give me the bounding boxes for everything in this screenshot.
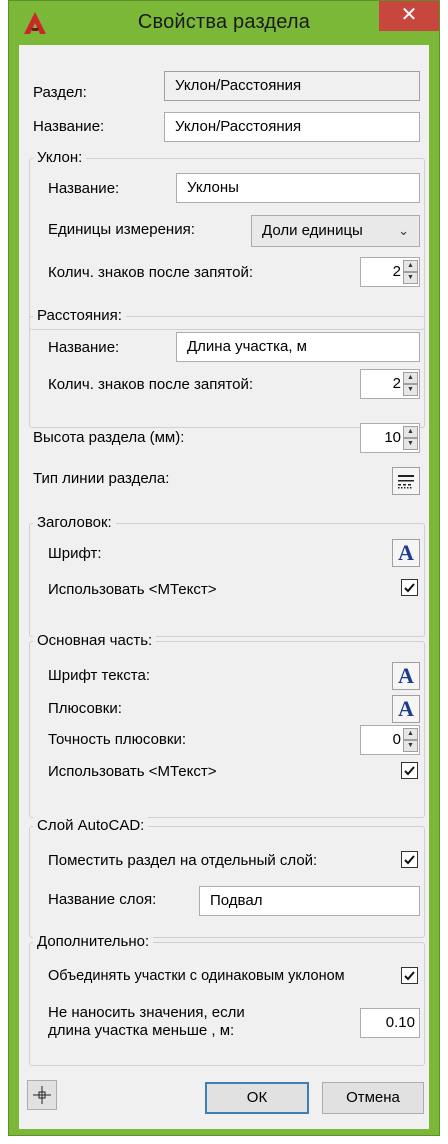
main-mtext-label: Использовать <МТекст> [48,763,217,780]
section-field: Уклон/Расстояния [164,71,420,101]
ok-button[interactable]: ОК [205,1082,309,1114]
units-select-value: Доли единицы [262,222,363,239]
header-group-title: Заголовок: [33,514,116,531]
dialog-window: Свойства раздела ✕ Раздел: Уклон/Расстоя… [8,0,440,1136]
text-font-icon[interactable]: A [392,662,420,690]
spin-down-icon[interactable]: ▼ [403,272,418,284]
checkmark-icon [404,971,415,981]
plus-precision-value: 0 [392,731,401,748]
spin-down-icon[interactable]: ▼ [403,384,418,396]
layer-name-label: Название слоя: [48,891,157,908]
distances-name-label: Название: [48,339,120,356]
main-mtext-checkbox[interactable] [401,762,418,779]
plus-label: Плюсовки: [48,700,122,717]
checkmark-icon [404,855,415,865]
checkmark-icon [404,583,415,593]
layer-group [29,826,425,938]
plus-font-icon[interactable]: A [392,695,420,723]
min-length-input[interactable]: 0.10 [360,1008,420,1038]
merge-label: Объединять участки с одинаковым уклоном [48,968,345,984]
header-mtext-checkbox[interactable] [401,579,418,596]
dialog-body: Раздел: Уклон/Расстояния Название: Уклон… [19,45,429,1129]
height-value: 10 [384,429,401,446]
linetype-label: Тип линии раздела: [33,470,170,487]
pick-button[interactable] [27,1080,57,1110]
header-font-icon[interactable]: A [392,539,420,567]
chevron-down-icon: ⌄ [398,223,409,238]
header-group [29,523,425,637]
layer-name-input[interactable]: Подвал [199,886,420,916]
height-stepper[interactable]: 10 ▲ ▼ [360,423,420,453]
units-label: Единицы измерения: [48,221,195,238]
spin-down-icon[interactable]: ▼ [403,438,418,450]
close-button[interactable]: ✕ [379,1,439,31]
slope-name-label: Название: [48,180,120,197]
plus-precision-label: Точность плюсовки: [48,731,187,748]
min-length-label-line2: длина участка меньше , м: [48,1022,235,1039]
distances-decimals-value: 2 [392,375,401,392]
section-label: Раздел: [33,84,87,101]
main-group-title: Основная часть: [33,632,157,649]
layer-group-title: Слой AutoCAD: [33,817,149,834]
height-label: Высота раздела (мм): [33,429,185,446]
name-input[interactable]: Уклон/Расстояния [164,112,420,142]
slope-name-input[interactable]: Уклоны [176,173,420,203]
spin-up-icon[interactable]: ▲ [403,728,418,740]
slope-decimals-value: 2 [392,263,401,280]
title-bar[interactable]: Свойства раздела ✕ [9,1,439,45]
linetype-button[interactable] [392,467,420,495]
distances-group-title: Расстояния: [33,307,126,324]
slope-decimals-label: Колич. знаков после запятой: [48,264,254,281]
units-select[interactable]: Доли единицы ⌄ [251,215,420,247]
plus-precision-stepper[interactable]: 0 ▲ ▼ [360,725,420,755]
header-font-label: Шрифт: [48,545,102,562]
distances-decimals-stepper[interactable]: 2 ▲ ▼ [360,369,420,399]
linetype-icon [398,475,414,489]
cancel-button[interactable]: Отмена [322,1082,424,1114]
checkmark-icon [404,766,415,776]
spin-up-icon[interactable]: ▲ [403,426,418,438]
text-font-label: Шрифт текста: [48,667,151,684]
separate-layer-label: Поместить раздел на отдельный слой: [48,852,318,869]
distances-name-input[interactable]: Длина участка, м [176,332,420,362]
window-title: Свойства раздела [137,11,311,33]
min-length-label-line1: Не наносить значения, если [48,1004,245,1021]
slope-group-title: Уклон: [33,149,87,166]
spin-up-icon[interactable]: ▲ [403,372,418,384]
crosshair-icon [33,1086,51,1104]
separate-layer-checkbox[interactable] [401,851,418,868]
distances-decimals-label: Колич. знаков после запятой: [48,376,254,393]
spin-down-icon[interactable]: ▼ [403,740,418,752]
merge-checkbox[interactable] [401,967,418,984]
extra-group-title: Дополнительно: [33,933,154,950]
spin-up-icon[interactable]: ▲ [403,260,418,272]
slope-decimals-stepper[interactable]: 2 ▲ ▼ [360,257,420,287]
header-mtext-label: Использовать <МТекст> [48,581,217,598]
name-label: Название: [33,118,105,135]
